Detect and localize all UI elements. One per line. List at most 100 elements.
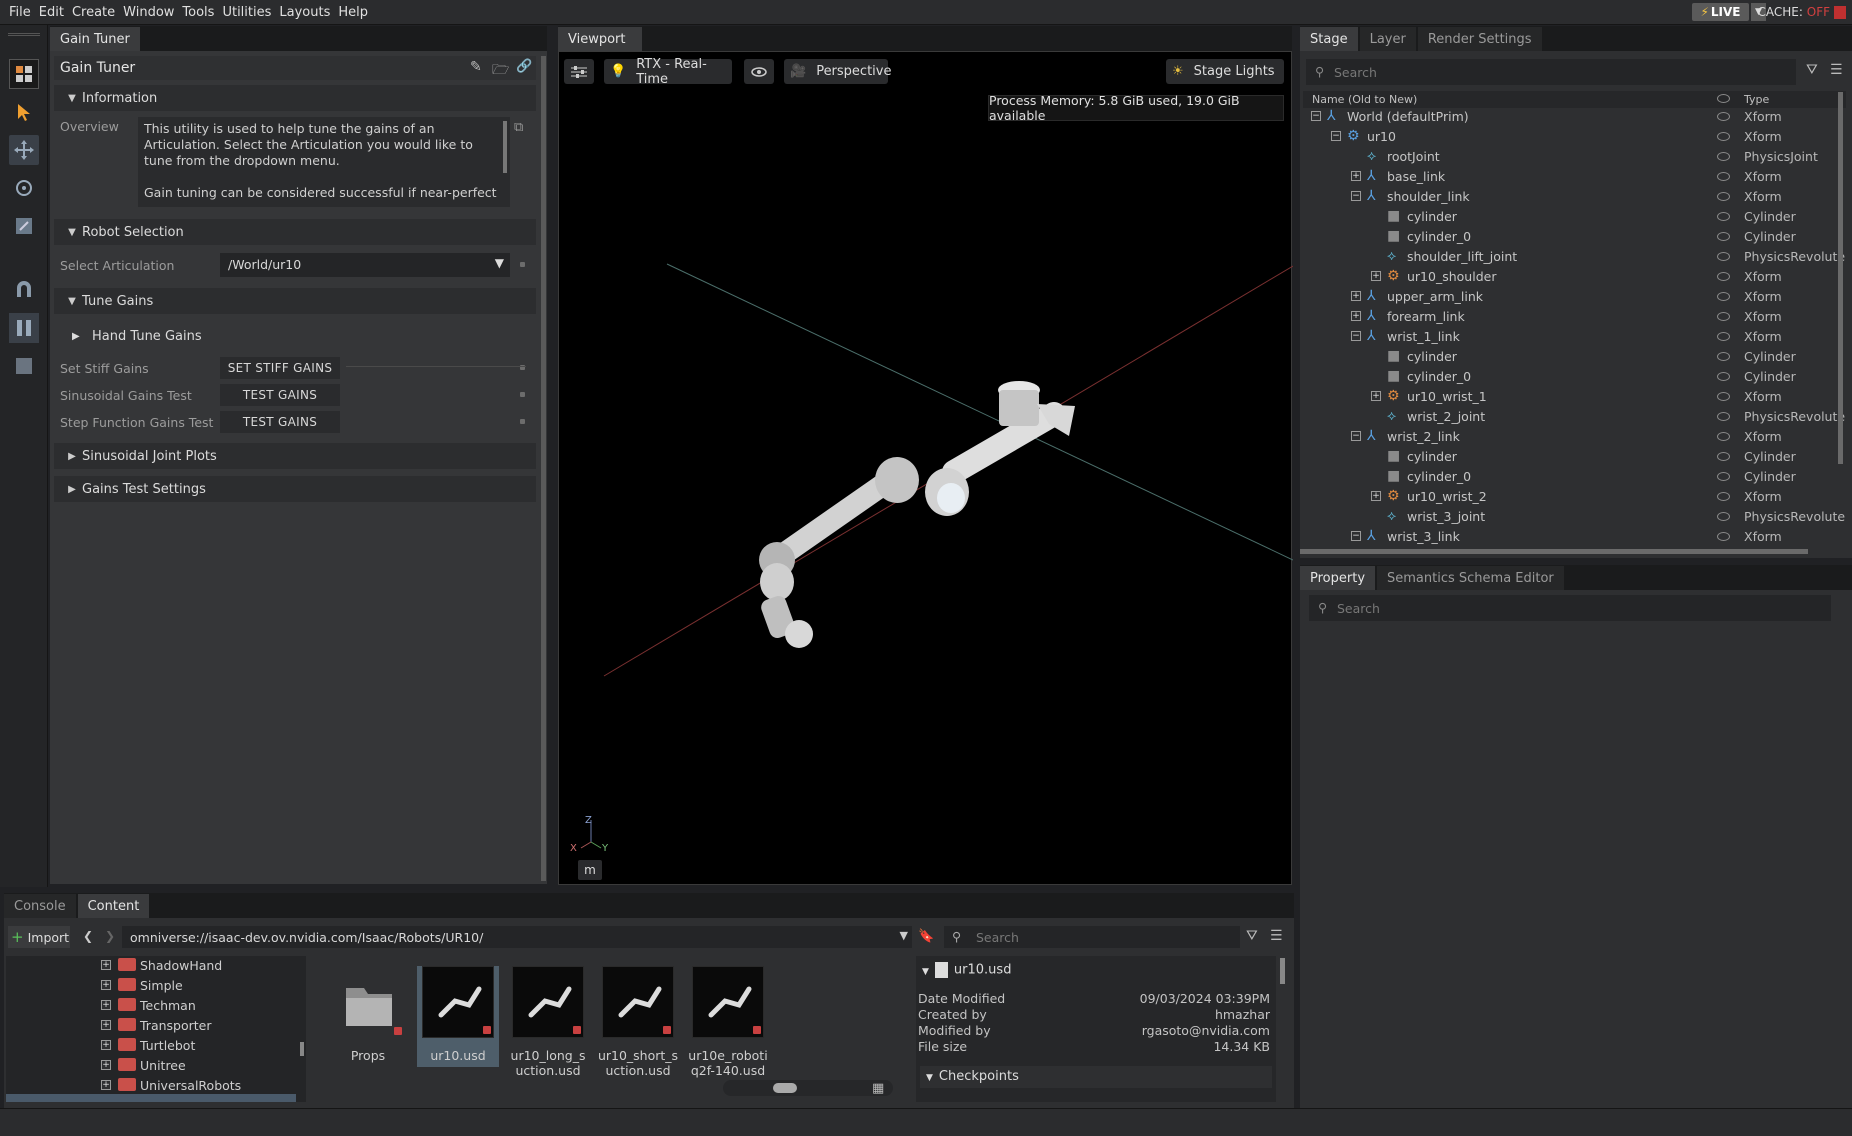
expand-icon[interactable]: + [101,1040,111,1050]
reset-dot-icon[interactable] [520,392,525,397]
eye-icon[interactable] [1717,392,1730,401]
eye-icon[interactable] [1717,492,1730,501]
stage-tree-row[interactable]: − ⅄ wrist_1_link Xform [1303,327,1846,347]
visibility-eye-icon[interactable] [744,59,774,84]
expand-icon[interactable]: + [101,1020,111,1030]
eye-icon[interactable] [1717,192,1730,201]
content-item[interactable]: ur10_long_s uction.usd [507,966,589,1078]
tab-stage[interactable]: Stage [1300,27,1358,51]
content-item[interactable]: ur10_short_s uction.usd [597,966,679,1078]
eye-icon[interactable] [1717,512,1730,521]
cache-status[interactable]: CACHE: OFF [1758,5,1830,19]
expand-icon[interactable]: + [101,1080,111,1090]
collapse-icon[interactable]: − [1351,191,1361,201]
expand-icon[interactable]: + [1371,491,1381,501]
stage-tree-row[interactable]: + ⅄ forearm_link Xform [1303,307,1846,327]
gains-test-settings-header[interactable]: ▶ Gains Test Settings [54,476,536,502]
stage-tree-row[interactable]: ■ cylinder Cylinder [1303,207,1846,227]
stage-tree-row[interactable]: ■ cylinder Cylinder [1303,447,1846,467]
eye-icon[interactable] [1717,472,1730,481]
collapse-icon[interactable]: − [1351,431,1361,441]
checkpoints-header[interactable]: ▼ Checkpoints [920,1066,1272,1088]
information-header[interactable]: ▼ Information [54,85,536,111]
tune-row-button-0[interactable]: SET STIFF GAINS [220,357,340,379]
tab-console[interactable]: Console [4,894,76,918]
collapse-icon[interactable]: − [1351,531,1361,541]
pause-icon[interactable] [9,313,39,343]
expand-icon[interactable]: + [101,960,111,970]
stage-tree-row[interactable]: ■ cylinder_0 Cylinder [1303,227,1846,247]
expand-icon[interactable]: + [1351,311,1361,321]
robot-selection-header[interactable]: ▼ Robot Selection [54,219,536,245]
tab-content[interactable]: Content [77,894,150,918]
stage-tree-row[interactable]: ⟡ wrist_2_joint PhysicsRevolute [1303,407,1846,427]
content-item[interactable]: ur10.usd [417,966,499,1067]
stage-scrollbar[interactable] [1838,92,1843,464]
menu-tools[interactable]: Tools [179,5,217,20]
import-button[interactable]: + Import [8,926,70,948]
expand-icon[interactable]: + [1371,391,1381,401]
expand-icon[interactable]: + [1351,171,1361,181]
folder-tree-scrollbar[interactable] [300,1042,304,1056]
eye-column-icon[interactable] [1717,94,1730,103]
folder-tree-hscroll[interactable] [6,1094,296,1102]
collapse-icon[interactable]: − [1351,331,1361,341]
menu-utilities[interactable]: Utilities [219,5,274,20]
reset-dot-icon[interactable] [520,419,525,424]
stop-icon[interactable] [9,351,39,381]
stage-tree-row[interactable]: + ⚙ ur10_shoulder Xform [1303,267,1846,287]
reset-dot-icon[interactable] [520,262,525,267]
stage-tree-row[interactable]: ■ cylinder_0 Cylinder [1303,367,1846,387]
collapse-icon[interactable]: − [1331,131,1341,141]
menu-file[interactable]: File [6,5,34,20]
stage-tree-row[interactable]: + ⅄ base_link Xform [1303,167,1846,187]
menu-help[interactable]: Help [335,5,371,20]
expand-icon[interactable]: + [101,1060,111,1070]
articulation-dropdown[interactable]: /World/ur10 ▼ [220,253,510,277]
eye-icon[interactable] [1717,212,1730,221]
stage-tree-row[interactable]: ■ cylinder Cylinder [1303,347,1846,367]
tab-render-settings[interactable]: Render Settings [1417,27,1542,51]
tab-property[interactable]: Property [1300,566,1376,590]
eye-icon[interactable] [1717,452,1730,461]
folder-open-icon[interactable]: 🗁 [492,59,509,83]
stage-tree-row[interactable]: + ⚙ ur10_wrist_1 Xform [1303,387,1846,407]
stage-tree-row[interactable]: − ⅄ World (defaultPrim) Xform [1303,107,1846,127]
overview-scrollbar[interactable] [503,121,507,173]
stage-tree-row[interactable]: − ⚙ ur10 Xform [1303,127,1846,147]
stage-tree-row[interactable]: ⟡ rootJoint PhysicsJoint [1303,147,1846,167]
eye-icon[interactable] [1717,412,1730,421]
move-icon[interactable] [9,135,39,165]
render-mode-button[interactable]: 💡 RTX - Real-Time [604,57,732,87]
edit-icon[interactable]: ✎ [470,59,482,75]
stage-lights-button[interactable]: ☀ Stage Lights [1166,59,1284,84]
menu-create[interactable]: Create [69,5,118,20]
eye-icon[interactable] [1717,432,1730,441]
viewport-settings-icon[interactable] [564,59,594,84]
snap-magnet-icon[interactable] [9,275,39,305]
link-icon[interactable]: 🔗 [516,59,532,74]
stage-hscrollbar[interactable] [1300,549,1808,554]
tab-semantics-schema-editor[interactable]: Semantics Schema Editor [1377,566,1564,590]
eye-icon[interactable] [1717,152,1730,161]
eye-icon[interactable] [1717,112,1730,121]
stage-tree-row[interactable]: + ⅄ upper_arm_link Xform [1303,287,1846,307]
tab-gain-tuner[interactable]: Gain Tuner [50,27,140,51]
slider-handle[interactable] [773,1083,797,1093]
tune-row-button-1[interactable]: TEST GAINS [220,384,340,406]
stage-search-input[interactable]: ⚲ Search [1306,59,1796,85]
stage-tree-row[interactable]: − ⅄ shoulder_link Xform [1303,187,1846,207]
menu-edit[interactable]: Edit [36,5,67,20]
tune-gains-header[interactable]: ▼ Tune Gains [54,288,536,314]
sinusoidal-joint-plots-header[interactable]: ▶ Sinusoidal Joint Plots [54,443,536,469]
eye-icon[interactable] [1717,292,1730,301]
details-file-header[interactable]: ▼ ur10.usd [922,962,1011,978]
rotate-icon[interactable] [9,173,39,203]
back-icon[interactable]: ❮ [83,929,93,943]
eye-icon[interactable] [1717,172,1730,181]
stage-tree-row[interactable]: + ⚙ ur10_wrist_2 Xform [1303,487,1846,507]
thumbnail-size-slider[interactable] [723,1080,893,1096]
ur10-robot[interactable] [759,381,1075,648]
eye-icon[interactable] [1717,272,1730,281]
stage-tree-row[interactable]: − ⅄ wrist_2_link Xform [1303,427,1846,447]
